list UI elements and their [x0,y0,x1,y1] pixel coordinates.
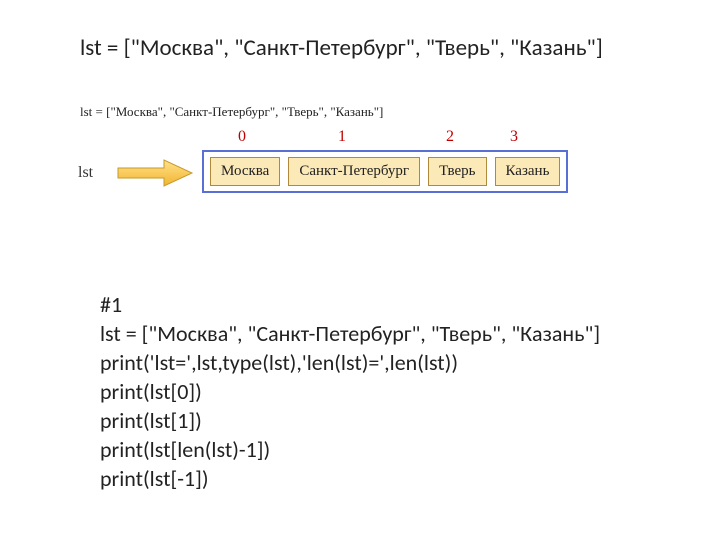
index-0: 0 [238,128,246,146]
small-code-line: lst = ["Москва", "Санкт-Петербург", "Тве… [80,104,383,120]
list-container: Москва Санкт-Петербург Тверь Казань [202,150,568,193]
list-cell-1: Санкт-Петербург [288,157,420,186]
slide: lst = ["Москва", "Санкт-Петербург", "Тве… [0,0,720,540]
list-cell-3: Казань [495,157,561,186]
heading-code-line: lst = ["Москва", "Санкт-Петербург", "Тве… [80,34,640,62]
variable-label: lst [78,164,93,182]
index-row: 0 1 2 3 [208,128,578,150]
index-3: 3 [510,128,518,146]
code-line-4: print(lst[0]) [100,377,640,406]
code-line-3: print('lst=',lst,type(lst),'len(lst)=',l… [100,348,640,377]
code-line-1: #1 [100,290,640,319]
code-block: #1 lst = ["Москва", "Санкт-Петербург", "… [100,290,640,493]
arrow-icon [116,158,194,188]
code-line-2: lst = ["Москва", "Санкт-Петербург", "Тве… [100,319,640,348]
index-2: 2 [446,128,454,146]
code-line-6: print(lst[len(lst)-1]) [100,435,640,464]
index-1: 1 [338,128,346,146]
code-line-5: print(lst[1]) [100,406,640,435]
list-cell-2: Тверь [428,157,486,186]
code-line-7: print(lst[-1]) [100,464,640,493]
list-cell-0: Москва [210,157,280,186]
